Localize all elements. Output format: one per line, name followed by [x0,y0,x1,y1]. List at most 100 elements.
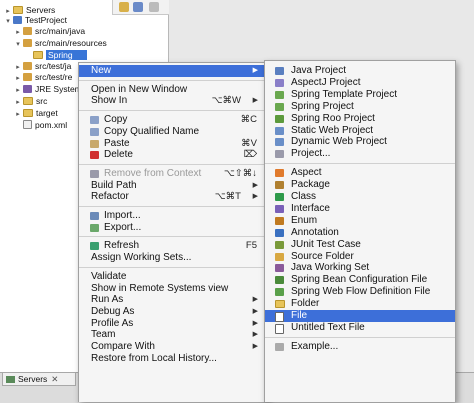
menu-item-label: Refresh [104,240,140,252]
iface-icon [275,204,284,213]
tree-item-label: pom.xml [35,120,68,130]
menu-item-label: New [91,65,112,76]
menu-item-restore-from-local-history[interactable]: Restore from Local History... [79,353,267,365]
menu-item-java-project[interactable]: Java Project [265,65,455,77]
menu-item-label: Spring Template Project [291,88,397,100]
menu-item-label: Assign Working Sets... [91,252,192,264]
menu-item-aspect[interactable]: Aspect [265,167,455,179]
link-with-editor-icon[interactable] [133,2,143,12]
menu-item-export[interactable]: Export... [79,222,267,234]
menu-item-label: Aspect [291,167,322,179]
menu-item-label: Enum [291,214,318,226]
menu-item-compare-with[interactable]: Compare With ▶ [79,341,267,353]
menu-item-dynamic-web-project[interactable]: Dynamic Web Project [265,136,455,148]
menu-separator [79,163,267,165]
import-icon [90,212,99,220]
menu-item-annotation[interactable]: Annotation [265,227,455,239]
java-icon [275,67,284,75]
menu-item-team[interactable]: Team ▶ [79,329,267,341]
menu-item-label: Show In [91,95,128,107]
menu-item-static-web-project[interactable]: Static Web Project [265,125,455,137]
menu-item-example[interactable]: Example... [265,341,455,353]
menu-item-label: Validate [91,270,127,282]
jws-icon [275,264,284,273]
menu-item-spring-project[interactable]: Spring Project [265,101,455,113]
src-icon [23,39,32,47]
collapse-all-icon[interactable] [119,2,129,12]
menu-item-label: Restore from Local History... [91,352,217,364]
menu-item-project[interactable]: Project... [265,148,455,160]
menu-item-run-as[interactable]: Run As ▶ [79,294,267,306]
shortcut-label: F5 [245,240,257,252]
src-icon [23,27,32,35]
srcf-icon [275,252,284,261]
menu-item-show-in[interactable]: Show In ⌥⌘W ▶ [79,95,267,107]
explorer-toolbar [112,0,169,15]
menu-item-new[interactable]: New ▶ [79,65,267,77]
menu-item-untitled-text-file[interactable]: Untitled Text File [265,322,455,334]
submenu-arrow-icon: ▶ [252,307,258,315]
menu-item-delete[interactable]: Delete ⌦ [79,149,267,161]
menu-item-label: Team [91,329,116,341]
menu-item-label: Spring Web Flow Definition File [291,286,431,298]
close-icon[interactable]: ✕ [51,374,58,384]
menu-item-import[interactable]: Import... [79,210,267,222]
menu-item-folder[interactable]: Folder [265,298,455,310]
aspectj-icon [275,78,284,87]
menu-item-enum[interactable]: Enum [265,215,455,227]
menu-item-debug-as[interactable]: Debug As ▶ [79,306,267,318]
menu-item-class[interactable]: Class [265,191,455,203]
roo-icon [275,114,284,123]
view-menu-icon[interactable] [149,2,159,12]
menu-item-label: Interface [291,202,330,214]
menu-item-show-in-remote-systems-view[interactable]: Show in Remote Systems view [79,283,267,295]
submenu-arrow-icon: ▶ [252,193,258,201]
menu-item-copy-qualified-name[interactable]: Copy Qualified Name [79,126,267,138]
menu-item-copy[interactable]: Copy ⌘C [79,114,267,126]
menu-item-java-working-set[interactable]: Java Working Set [265,262,455,274]
menu-item-validate[interactable]: Validate [79,271,267,283]
text-icon [275,323,284,334]
menu-item-label: Project... [291,148,331,160]
menu-item-spring-web-flow-definition-file[interactable]: Spring Web Flow Definition File [265,286,455,298]
menu-item-label: Show in Remote Systems view [91,282,229,294]
menu-item-label: Spring Bean Configuration File [291,274,428,286]
tree-twisty-icon[interactable]: ▾ [14,38,22,51]
src-icon [23,73,32,81]
menu-item-label: Example... [291,340,339,352]
menu-item-label: JUnit Test Case [291,238,361,250]
menu-item-spring-bean-configuration-file[interactable]: Spring Bean Configuration File [265,274,455,286]
menu-item-package[interactable]: Package [265,179,455,191]
menu-item-label: Folder [291,298,320,310]
menu-item-interface[interactable]: Interface [265,203,455,215]
menu-item-spring-roo-project[interactable]: Spring Roo Project [265,113,455,125]
tree-item-pom-xml[interactable]: pom.xml [14,119,67,132]
menu-item-paste[interactable]: Paste ⌘V [79,138,267,150]
enum-icon [275,216,284,225]
folder-icon [33,51,43,59]
menu-item-junit-test-case[interactable]: JUnit Test Case [265,239,455,251]
menu-item-assign-working-sets[interactable]: Assign Working Sets... [79,252,267,264]
menu-item-profile-as[interactable]: Profile As ▶ [79,318,267,330]
shortcut-label: ⌘V [241,137,257,149]
menu-item-label: Source Folder [291,250,354,262]
paste-icon [90,139,99,148]
servers-tab[interactable]: Servers ✕ [2,373,76,386]
tree-twisty-icon[interactable]: ▾ [4,15,12,28]
menu-item-open-in-new-window[interactable]: Open in New Window [79,84,267,96]
export-icon [90,223,99,232]
menu-item-build-path[interactable]: Build Path ▶ [79,180,267,192]
menu-item-refresh[interactable]: Refresh F5 [79,240,267,252]
menu-separator [79,236,267,238]
menu-item-refactor[interactable]: Refactor ⌥⌘T ▶ [79,191,267,203]
submenu-arrow-icon: ▶ [252,296,258,304]
menu-item-file[interactable]: File [265,310,455,322]
menu-item-label: Paste [104,137,130,149]
menu-item-spring-template-project[interactable]: Spring Template Project [265,89,455,101]
copy-icon [90,127,99,136]
tree-item-label: JRE System [35,84,82,94]
proj-icon [90,169,99,178]
menu-item-aspectj-project[interactable]: AspectJ Project [265,77,455,89]
servers-icon [6,376,15,383]
menu-item-source-folder[interactable]: Source Folder [265,251,455,263]
